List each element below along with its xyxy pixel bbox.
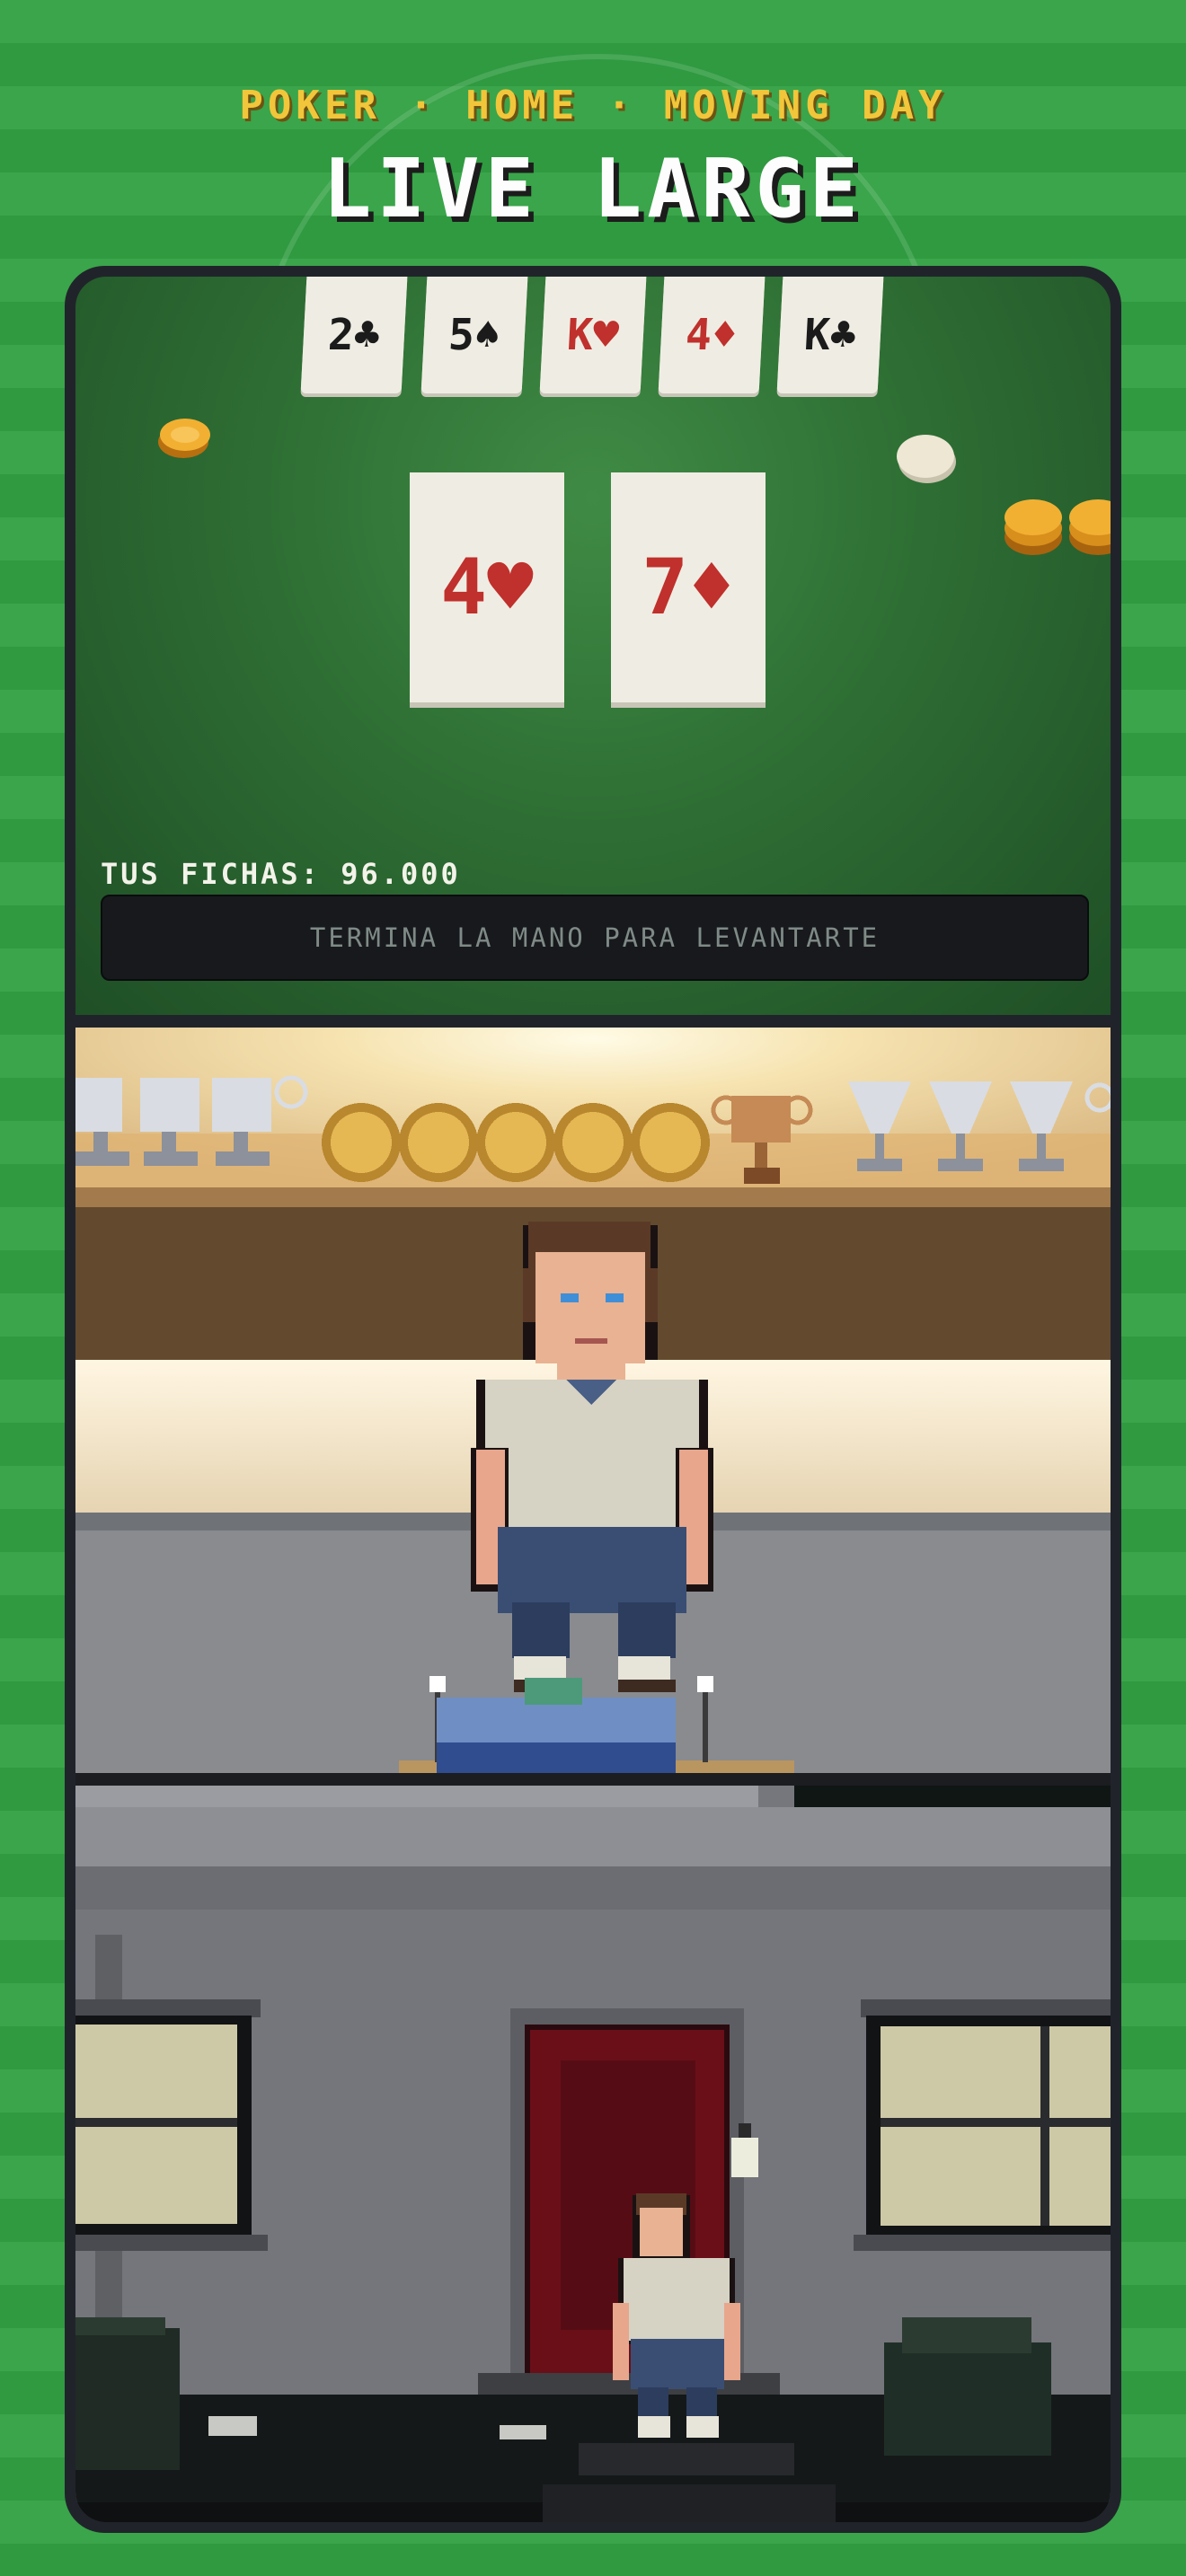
- stand-up-button[interactable]: TERMINA LA MANO PARA LEVANTARTE: [101, 895, 1089, 981]
- poker-table: 2♣ 5♠ K♥ 4♦ K♣ 4♥ 7♦ TUS FICHAS: 96.000 …: [75, 277, 1111, 1015]
- gold-chip-icon: [158, 419, 210, 458]
- scene-divider: [75, 1015, 1111, 1028]
- gold-medals-icon: [322, 1103, 710, 1182]
- card-label: 7♦: [642, 543, 735, 632]
- hole-card-2[interactable]: 7♦: [611, 472, 766, 702]
- home-scene: [75, 1028, 1111, 1773]
- phone-frame: 2♣ 5♠ K♥ 4♦ K♣ 4♥ 7♦ TUS FICHAS: 96.000 …: [65, 266, 1121, 2533]
- chip-stack-icon: [1005, 499, 1111, 555]
- game-title: LIVE LARGE: [323, 142, 863, 236]
- street-scene: [75, 1773, 1111, 2522]
- game-subtitle: POKER · HOME · MOVING DAY: [239, 83, 947, 128]
- game-screen: 2♣ 5♠ K♥ 4♦ K♣ 4♥ 7♦ TUS FICHAS: 96.000 …: [75, 277, 1111, 2522]
- chips-counter: TUS FICHAS: 96.000: [101, 857, 461, 891]
- hole-card-1[interactable]: 4♥: [410, 472, 564, 702]
- left-window-icon: [75, 1999, 268, 2251]
- white-chip-icon: [897, 435, 956, 483]
- card-label: 4♥: [440, 543, 534, 632]
- right-window-icon: [854, 1999, 1111, 2251]
